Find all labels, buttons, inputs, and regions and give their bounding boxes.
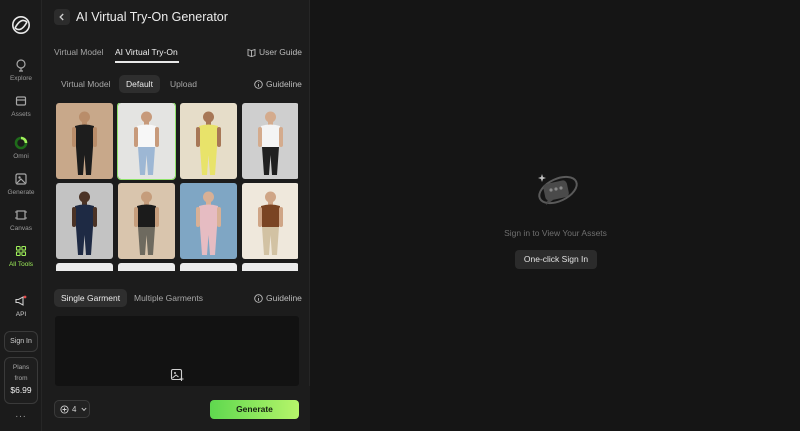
- rail-item-label: Canvas: [9, 225, 33, 232]
- model-photo: [118, 103, 175, 179]
- model-photo: [242, 183, 298, 259]
- rail-item-canvas[interactable]: Canvas: [0, 208, 42, 232]
- guideline-link[interactable]: Guideline: [254, 79, 302, 89]
- credits-value: 4: [72, 405, 77, 414]
- rail-item-label: All Tools: [8, 261, 34, 268]
- guideline-label: Guideline: [266, 79, 302, 89]
- rail-item-generate[interactable]: Generate: [0, 172, 42, 196]
- credits-select[interactable]: 4: [54, 400, 90, 418]
- rail-item-all-tools[interactable]: All Tools: [0, 244, 42, 268]
- book-icon: [247, 48, 256, 57]
- source-default[interactable]: Default: [119, 75, 160, 93]
- model-photo: [242, 263, 298, 271]
- model-thumbnail[interactable]: [56, 263, 113, 271]
- rail-item-label: Assets: [11, 111, 31, 118]
- info-icon: [254, 80, 263, 89]
- rail-item-label: Omni: [13, 153, 29, 160]
- compass-icon: [16, 59, 26, 72]
- model-thumbnail[interactable]: [180, 263, 237, 271]
- logo-icon[interactable]: [11, 15, 31, 35]
- rail-plans-box[interactable]: Plans from $6.99: [4, 357, 38, 404]
- rail-item-label: API: [15, 311, 27, 318]
- model-thumbnail[interactable]: [117, 103, 176, 180]
- back-button[interactable]: [54, 9, 70, 25]
- model-photo: [56, 103, 113, 179]
- model-thumbnail[interactable]: [180, 103, 237, 179]
- rail-item-label: Generate: [7, 189, 35, 196]
- model-photo: [180, 103, 237, 179]
- model-photo: [56, 183, 113, 259]
- model-thumbnail[interactable]: [118, 263, 175, 271]
- rail-item-api[interactable]: API: [0, 294, 42, 318]
- plans-from-label: from: [14, 375, 28, 382]
- plans-price: $6.99: [10, 385, 32, 395]
- coin-icon: [60, 405, 69, 414]
- model-thumbnail[interactable]: [56, 103, 113, 179]
- info-icon: [254, 294, 263, 303]
- rail-item-label: Explore: [9, 75, 33, 82]
- active-tab-underline: [115, 61, 179, 63]
- empty-state-text: Sign in to View Your Assets: [504, 228, 607, 238]
- rail-item-omni[interactable]: Omni: [0, 136, 42, 160]
- chevron-left-icon: [59, 13, 64, 21]
- user-guide-link[interactable]: User Guide: [247, 47, 302, 57]
- assets-area: Sign in to View Your Assets One-click Si…: [311, 0, 800, 431]
- rail-signin-button[interactable]: Sign In: [4, 331, 38, 352]
- model-thumbnail[interactable]: [180, 183, 237, 259]
- megaphone-icon: [15, 295, 27, 306]
- one-click-signin-button[interactable]: One-click Sign In: [515, 250, 597, 269]
- more-icon[interactable]: ...: [0, 409, 42, 420]
- grid-icon: [15, 245, 27, 257]
- model-photo: [118, 183, 175, 259]
- image-upload-icon: [170, 368, 184, 381]
- source-upload[interactable]: Upload: [163, 75, 204, 93]
- mode-multiple-garments[interactable]: Multiple Garments: [127, 289, 210, 307]
- generate-button[interactable]: Generate: [210, 400, 299, 419]
- model-thumbnail[interactable]: [118, 183, 175, 259]
- model-thumbnail[interactable]: [242, 103, 298, 179]
- folder-icon: [15, 96, 27, 106]
- tryon-panel: AI Virtual Try-On Generator Virtual Mode…: [42, 0, 310, 431]
- model-photo: [56, 263, 113, 271]
- model-photo: [118, 263, 175, 271]
- model-thumbnail[interactable]: [242, 183, 298, 259]
- garment-guideline-link[interactable]: Guideline: [254, 293, 302, 303]
- rail-signin-label: Sign In: [10, 338, 32, 345]
- chevron-down-icon: [81, 407, 87, 412]
- page-title: AI Virtual Try-On Generator: [76, 10, 228, 24]
- user-guide-label: User Guide: [259, 47, 302, 57]
- generate-icon: [15, 173, 27, 185]
- model-photo: [180, 263, 237, 271]
- model-grid: [56, 103, 298, 271]
- assets-empty-icon: [538, 174, 578, 205]
- tab-virtual-model[interactable]: Virtual Model: [54, 47, 103, 57]
- plans-label: Plans: [12, 364, 30, 371]
- model-thumbnail[interactable]: [56, 183, 113, 259]
- mode-single-garment[interactable]: Single Garment: [54, 289, 128, 307]
- app-window: Explore Assets Omni Generate Canvas All …: [0, 0, 800, 431]
- model-photo: [180, 183, 237, 259]
- rail-item-explore[interactable]: Explore: [0, 58, 42, 82]
- garment-guideline-label: Guideline: [266, 293, 302, 303]
- canvas-icon: [15, 210, 27, 220]
- garment-upload-area[interactable]: [55, 316, 299, 386]
- left-rail: Explore Assets Omni Generate Canvas All …: [0, 0, 42, 431]
- rail-item-assets[interactable]: Assets: [0, 94, 42, 118]
- tab-ai-virtual-try-on[interactable]: AI Virtual Try-On: [115, 47, 178, 57]
- model-photo: [242, 103, 298, 179]
- omni-ring-icon: [14, 136, 28, 150]
- source-virtual-model[interactable]: Virtual Model: [54, 75, 117, 93]
- model-thumbnail[interactable]: [242, 263, 298, 271]
